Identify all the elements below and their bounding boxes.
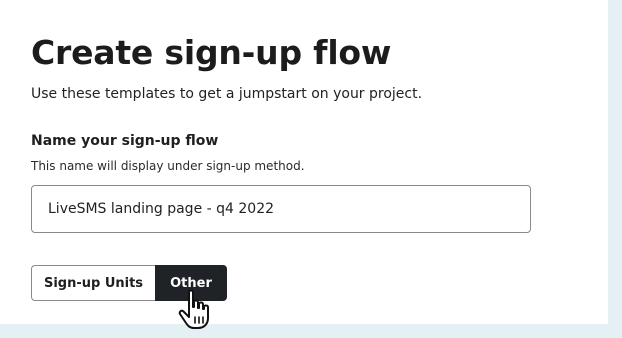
flow-name-input[interactable] xyxy=(31,185,531,233)
create-flow-panel: Create sign-up flow Use these templates … xyxy=(0,0,608,324)
hand-pointer-icon xyxy=(178,289,209,329)
page-title: Create sign-up flow xyxy=(31,33,392,72)
name-field-label: Name your sign-up flow xyxy=(31,133,219,149)
sign-up-units-option[interactable]: Sign-up Units xyxy=(31,265,155,301)
name-field-help: This name will display under sign-up met… xyxy=(31,159,305,173)
page-subtitle: Use these templates to get a jumpstart o… xyxy=(31,86,423,102)
